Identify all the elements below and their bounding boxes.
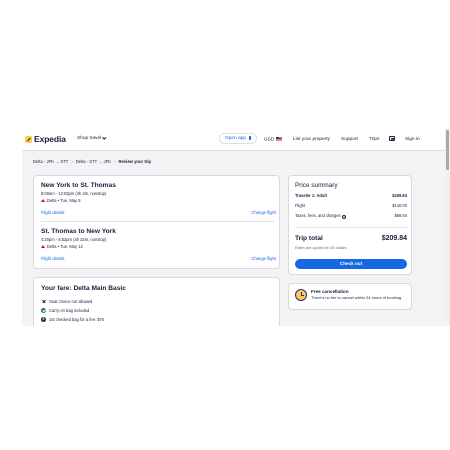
currency-selector[interactable]: USD (264, 137, 283, 143)
list-item: Seat choice not allowed (41, 297, 104, 306)
flight-time: 8:00am - 12:03pm (4h 3m, nonstop) (41, 191, 107, 196)
chevron-right-icon: › (71, 159, 73, 164)
return-flight: St. Thomas to New York 4:20pm - 8:52pm (… (41, 228, 276, 261)
free-cancellation-card: Free cancellation There's no fee to canc… (288, 283, 412, 310)
sign-in-link[interactable]: Sign in (405, 137, 420, 142)
phone-icon (248, 135, 252, 140)
airline-date: Delta • Tue, May 5 (47, 198, 81, 203)
trip-total-row: Trip total $209.84 (295, 235, 407, 242)
top-nav: Expedia Shop travel Open app USD List yo… (22, 128, 450, 151)
breadcrumb-step-return[interactable]: Delta · STT → JFK (76, 159, 111, 164)
fare-features: Seat choice not allowed Carry-on bag inc… (41, 297, 104, 324)
flight-label: Flight (295, 203, 306, 208)
breadcrumb-current: Review your trip (118, 159, 152, 164)
list-item: Carry-on bag included (41, 306, 104, 315)
flight-details-link[interactable]: Flight details (41, 256, 65, 261)
price-summary-title: Price summary (295, 182, 338, 189)
flight-airline: Delta • Tue, May 5 (41, 198, 276, 203)
taxes-value: $69.84 (394, 213, 407, 218)
traveler-row: Traveler 1: Adult $209.84 (295, 193, 407, 198)
fare-title: Your fare: Delta Main Basic (41, 285, 126, 292)
trip-total-label: Trip total (295, 235, 323, 242)
browser-viewport: Expedia Shop travel Open app USD List yo… (22, 128, 450, 326)
flight-details-link[interactable]: Flight details (41, 210, 65, 215)
delta-logo-icon (41, 245, 45, 248)
expedia-logo-icon (25, 135, 32, 143)
chevron-down-icon (102, 134, 107, 139)
breadcrumb-step-outbound[interactable]: Delta · JFK → STT (33, 159, 68, 164)
flight-time: 4:20pm - 8:52pm (4h 32m, nonstop) (41, 237, 107, 242)
info-icon[interactable]: i (342, 214, 347, 219)
price-summary-card: Price summary Traveler 1: Adult $209.84 … (288, 175, 412, 275)
fare-feature-text: Carry-on bag included (49, 308, 90, 313)
divider (41, 221, 274, 222)
close-icon (41, 299, 46, 304)
delta-logo-icon (41, 199, 45, 202)
taxes-row: Taxes, fees, and charges i $69.84 (295, 213, 407, 219)
airline-date: Delta • Tue, May 12 (47, 244, 83, 249)
messages-icon[interactable] (389, 136, 395, 141)
dollar-icon: $ (41, 317, 46, 322)
scrollbar-thumb[interactable] (446, 130, 449, 170)
currency-label: USD (264, 137, 275, 143)
trips-link[interactable]: Trips (369, 137, 379, 142)
flight-value: $140.00 (392, 203, 407, 208)
fare-feature-text: 1st checked bag for a fee: $70 (49, 317, 105, 322)
fare-card: Your fare: Delta Main Basic Seat choice … (33, 277, 280, 326)
outbound-flight: New York to St. Thomas 8:00am - 12:03pm … (41, 182, 276, 215)
cancellation-text: There's no fee to cancel within 24 hours… (311, 295, 403, 300)
change-flight-link[interactable]: Change flight (251, 210, 276, 215)
logo-text: Expedia (34, 134, 66, 144)
trip-total-value: $209.84 (381, 235, 407, 242)
flight-title: New York to St. Thomas (41, 182, 116, 189)
open-app-label: Open app (225, 136, 247, 141)
traveler-label[interactable]: Traveler 1: Adult (295, 193, 327, 198)
open-app-button[interactable]: Open app (219, 133, 258, 144)
flight-links: Flight details Change flight (41, 210, 276, 215)
support-link[interactable]: Support (341, 137, 358, 142)
check-icon (41, 308, 46, 313)
flight-title: St. Thomas to New York (41, 228, 116, 235)
rates-note: Rates are quoted in US dollars (295, 246, 347, 250)
cancellation-title: Free cancellation (311, 289, 349, 294)
clock-icon (295, 289, 307, 301)
check-out-button[interactable]: Check out (295, 259, 407, 269)
taxes-label: Taxes, fees, and charges (295, 213, 341, 218)
list-item: $ 1st checked bag for a fee: $70 (41, 315, 104, 324)
flight-airline: Delta • Tue, May 12 (41, 244, 276, 249)
expedia-logo[interactable]: Expedia (25, 134, 66, 144)
change-flight-link[interactable]: Change flight (251, 256, 276, 261)
divider (295, 227, 407, 228)
list-property-link[interactable]: List your property (293, 137, 330, 142)
flights-card: New York to St. Thomas 8:00am - 12:03pm … (33, 175, 280, 269)
traveler-value: $209.84 (392, 193, 407, 198)
flight-links: Flight details Change flight (41, 256, 276, 261)
shop-travel-label: Shop travel (77, 136, 102, 141)
chevron-right-icon: › (114, 159, 116, 164)
fare-feature-text: Seat choice not allowed (49, 299, 93, 304)
us-flag-icon (276, 137, 283, 141)
shop-travel-menu[interactable]: Shop travel (77, 134, 107, 141)
scrollbar[interactable] (445, 128, 450, 326)
flight-row: Flight $140.00 (295, 203, 407, 208)
breadcrumb: Delta · JFK → STT › Delta · STT → JFK › Revi… (33, 159, 151, 164)
